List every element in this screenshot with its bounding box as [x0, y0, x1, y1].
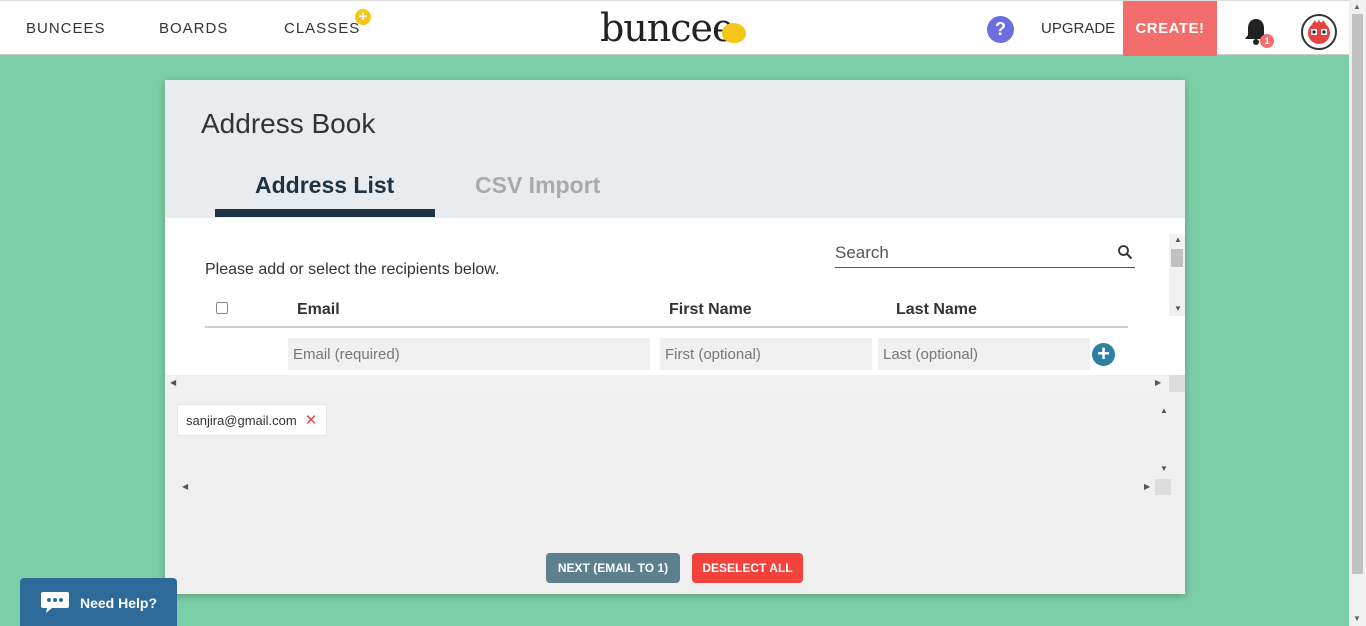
- column-header-first-name: First Name: [669, 301, 752, 318]
- dialog-header: Address Book Address List CSV Import: [165, 80, 1185, 218]
- nav-boards[interactable]: BOARDS: [159, 20, 228, 37]
- nav-classes[interactable]: CLASSES: [284, 20, 360, 37]
- list-scroll-thumb[interactable]: [1171, 249, 1183, 267]
- scroll-right-arrow-icon[interactable]: ▶: [1144, 482, 1150, 491]
- search-icon[interactable]: [1117, 244, 1133, 260]
- remove-recipient-icon[interactable]: ✕: [305, 411, 318, 429]
- last-name-field[interactable]: [878, 338, 1090, 370]
- list-vertical-scrollbar[interactable]: ▲ ▼: [1169, 234, 1185, 316]
- page-scroll-thumb[interactable]: [1352, 14, 1363, 574]
- buncee-logo[interactable]: buncee: [600, 6, 735, 50]
- top-navigation: BUNCEES BOARDS CLASSES + buncee ? UPGRAD…: [0, 0, 1349, 56]
- logo-dot-icon: [722, 23, 746, 43]
- address-list-panel: Please add or select the recipients belo…: [165, 218, 1185, 375]
- scrollbar-corner: [1169, 375, 1185, 392]
- search-box: [835, 240, 1135, 268]
- scroll-up-arrow-icon[interactable]: ▲: [1160, 406, 1168, 415]
- list-horizontal-scrollbar[interactable]: ◀ ▶: [165, 375, 1169, 392]
- next-email-button[interactable]: NEXT (EMAIL TO 1): [546, 553, 680, 583]
- scroll-left-arrow-icon[interactable]: ◀: [182, 482, 188, 491]
- deselect-all-button[interactable]: DESELECT ALL: [692, 553, 803, 583]
- nav-buncees[interactable]: BUNCEES: [26, 20, 106, 37]
- upgrade-link[interactable]: UPGRADE: [1041, 20, 1115, 37]
- scroll-right-arrow-icon[interactable]: ▶: [1155, 378, 1161, 387]
- selected-recipient-chip: sanjira@gmail.com ✕: [177, 404, 328, 436]
- column-header-email: Email: [297, 301, 340, 318]
- need-help-label: Need Help?: [80, 595, 158, 611]
- select-all-checkbox[interactable]: [216, 302, 228, 314]
- email-field[interactable]: [288, 338, 650, 370]
- column-header-last-name: Last Name: [896, 301, 977, 318]
- classes-plus-icon[interactable]: +: [355, 9, 371, 25]
- scroll-up-arrow-icon[interactable]: ▲: [1353, 2, 1361, 11]
- address-book-dialog: Address Book Address List CSV Import Ple…: [165, 80, 1185, 594]
- scroll-down-arrow-icon[interactable]: ▼: [1353, 614, 1361, 623]
- scroll-left-arrow-icon[interactable]: ◀: [170, 378, 176, 387]
- page-scrollbar[interactable]: ▲ ▼: [1349, 0, 1366, 626]
- notification-badge: 1: [1260, 34, 1274, 48]
- avatar-monster-icon: [1308, 19, 1330, 44]
- tab-csv-import[interactable]: CSV Import: [475, 172, 600, 199]
- instructions-text: Please add or select the recipients belo…: [205, 261, 500, 278]
- help-icon[interactable]: ?: [987, 16, 1014, 43]
- scrollbar-corner: [1155, 479, 1171, 495]
- search-input[interactable]: [835, 240, 1105, 266]
- active-tab-indicator: [215, 209, 435, 217]
- chat-bubble-icon: [41, 592, 69, 613]
- need-help-widget[interactable]: Need Help?: [20, 578, 177, 626]
- recipients-horizontal-scrollbar[interactable]: ◀ ▶: [177, 478, 1155, 495]
- add-recipient-icon[interactable]: +: [1092, 343, 1115, 366]
- recipient-email: sanjira@gmail.com: [186, 412, 297, 428]
- first-name-field[interactable]: [660, 338, 872, 370]
- tab-address-list[interactable]: Address List: [255, 172, 394, 199]
- scroll-up-arrow-icon[interactable]: ▲: [1174, 235, 1182, 244]
- scroll-down-arrow-icon[interactable]: ▼: [1160, 464, 1168, 473]
- create-button[interactable]: CREATE!: [1123, 1, 1217, 56]
- scroll-down-arrow-icon[interactable]: ▼: [1174, 304, 1182, 313]
- avatar[interactable]: [1301, 14, 1337, 50]
- recipients-vertical-scrollbar[interactable]: ▲ ▼: [1155, 402, 1171, 480]
- header-divider: [205, 326, 1128, 328]
- dialog-title: Address Book: [201, 108, 376, 139]
